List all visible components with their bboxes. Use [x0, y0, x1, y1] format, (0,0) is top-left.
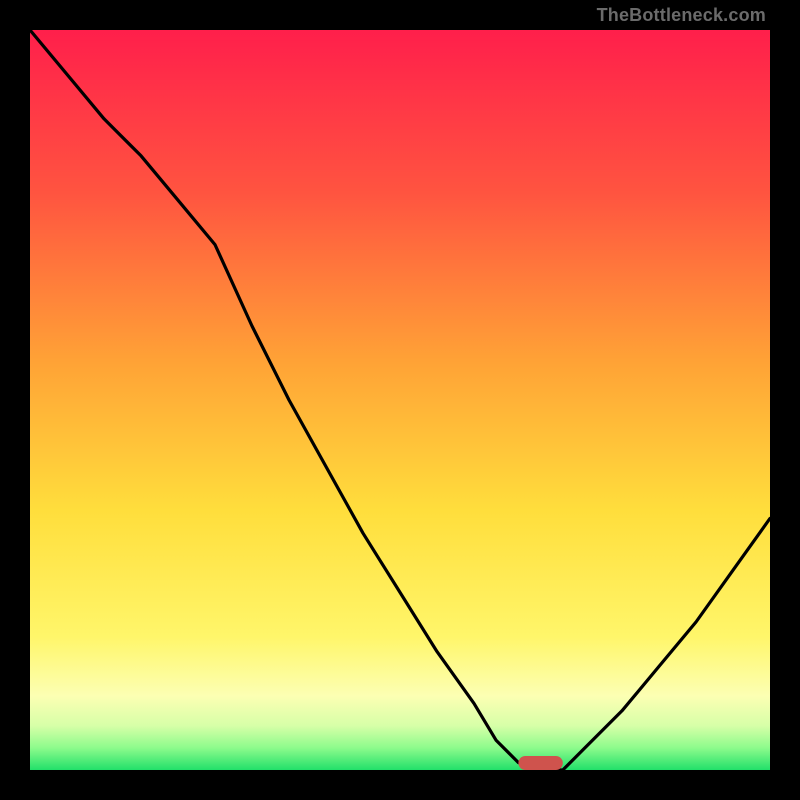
chart-stage: TheBottleneck.com: [0, 0, 800, 800]
plot-area: [30, 30, 770, 770]
bottleneck-curve-line: [30, 30, 770, 770]
watermark-label: TheBottleneck.com: [597, 6, 766, 24]
bottleneck-curve-svg: [30, 30, 770, 770]
optimal-range-marker: [518, 756, 562, 770]
